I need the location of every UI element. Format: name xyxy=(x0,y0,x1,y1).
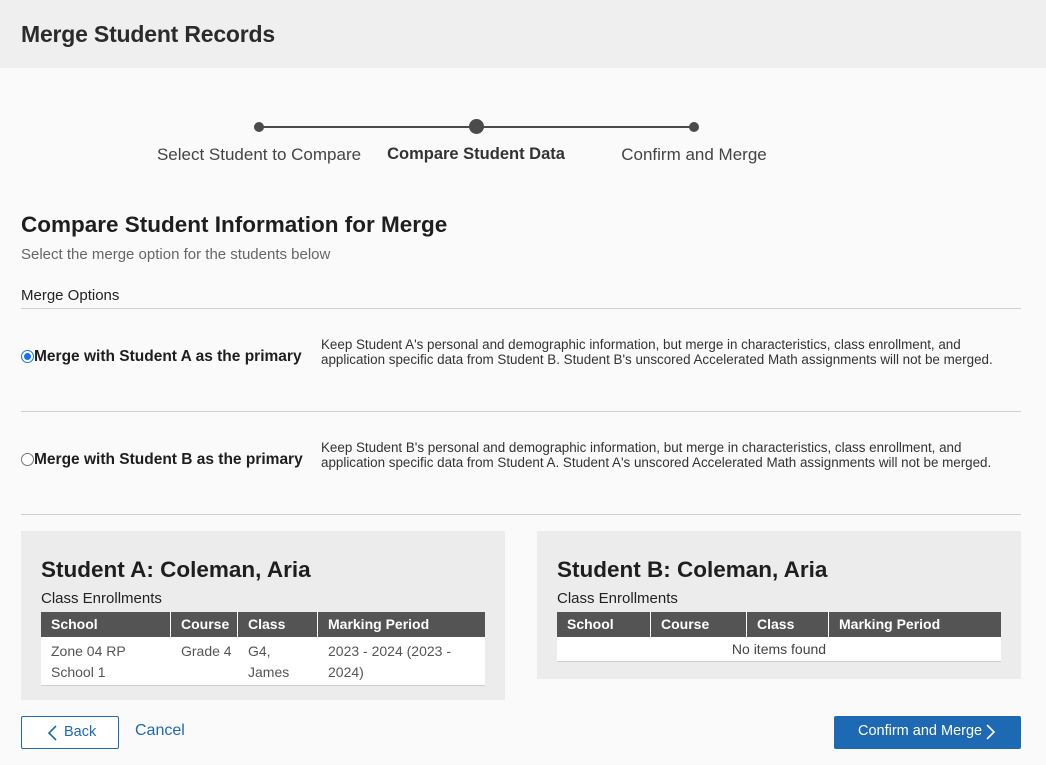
confirm-and-merge-button[interactable]: Confirm and Merge xyxy=(834,716,1021,749)
column-header-marking-period[interactable]: Marking Period xyxy=(318,612,485,637)
column-header-class[interactable]: Class xyxy=(238,612,318,637)
cell-school: Zone 04 RP School 1 xyxy=(51,643,126,680)
merge-options-label: Merge Options xyxy=(21,287,120,304)
student-b-card: Student B: Coleman, Aria Class Enrollmen… xyxy=(537,531,1021,679)
merge-option-b-label[interactable]: Merge with Student B as the primary xyxy=(34,451,303,469)
cell-course: Grade 4 xyxy=(181,643,232,659)
merge-option-b[interactable]: Merge with Student B as the primary Keep… xyxy=(21,413,1021,513)
cell-class: G4, James xyxy=(248,643,290,680)
merge-option-a-description: Keep Student A's personal and demographi… xyxy=(321,337,993,367)
column-header-course[interactable]: Course xyxy=(171,612,238,637)
student-a-card: Student A: Coleman, Aria Class Enrollmen… xyxy=(21,531,505,700)
merge-option-a[interactable]: Merge with Student A as the primary Keep… xyxy=(21,310,1021,410)
merge-option-b-description: Keep Student B's personal and demographi… xyxy=(321,440,992,470)
student-b-title: Student B: Coleman, Aria xyxy=(557,557,828,582)
step-dot-1 xyxy=(254,122,264,132)
column-header-school[interactable]: School xyxy=(557,612,651,637)
chevron-left-icon xyxy=(47,725,57,741)
step-dot-2-current xyxy=(469,119,484,134)
confirm-button-label: Confirm and Merge xyxy=(858,723,983,739)
student-b-enrollments-table: School Course Class Marking Period No it… xyxy=(557,612,1001,662)
table-header: School Course Class Marking Period xyxy=(557,612,1001,637)
step-label-confirm-merge: Confirm and Merge xyxy=(621,145,767,164)
cell-marking-period: 2023 - 2024 (2023 - 2024) xyxy=(328,643,451,680)
student-a-enrollments-table: School Course Class Marking Period Zone … xyxy=(41,612,485,686)
column-header-course[interactable]: Course xyxy=(651,612,747,637)
section-subtitle: Select the merge option for the students… xyxy=(21,246,331,263)
divider xyxy=(21,411,1021,412)
radio-student-b-primary[interactable] xyxy=(21,453,34,466)
student-b-enrollments-label: Class Enrollments xyxy=(557,590,678,607)
empty-state-text: No items found xyxy=(557,637,1001,662)
column-header-school[interactable]: School xyxy=(41,612,171,637)
divider xyxy=(21,514,1021,515)
divider xyxy=(21,308,1021,309)
section-title: Compare Student Information for Merge xyxy=(21,212,448,237)
step-label-select-student: Select Student to Compare xyxy=(156,145,362,164)
page-title: Merge Student Records xyxy=(21,21,275,47)
step-label-compare-data: Compare Student Data xyxy=(387,145,565,163)
table-row: Zone 04 RP School 1 Grade 4 G4, James 20… xyxy=(41,637,485,686)
step-dot-3 xyxy=(689,122,699,132)
cancel-link[interactable]: Cancel xyxy=(135,722,185,740)
back-button[interactable]: Back xyxy=(21,716,119,749)
column-header-marking-period[interactable]: Marking Period xyxy=(829,612,1001,637)
radio-student-a-primary[interactable] xyxy=(21,350,34,363)
back-button-label: Back xyxy=(64,724,97,740)
page-header: Merge Student Records xyxy=(0,0,1046,68)
student-a-title: Student A: Coleman, Aria xyxy=(41,557,311,582)
table-header: School Course Class Marking Period xyxy=(41,612,485,637)
column-header-class[interactable]: Class xyxy=(747,612,829,637)
student-a-enrollments-label: Class Enrollments xyxy=(41,590,162,607)
chevron-right-icon xyxy=(986,724,996,740)
merge-option-a-label[interactable]: Merge with Student A as the primary xyxy=(34,348,302,366)
